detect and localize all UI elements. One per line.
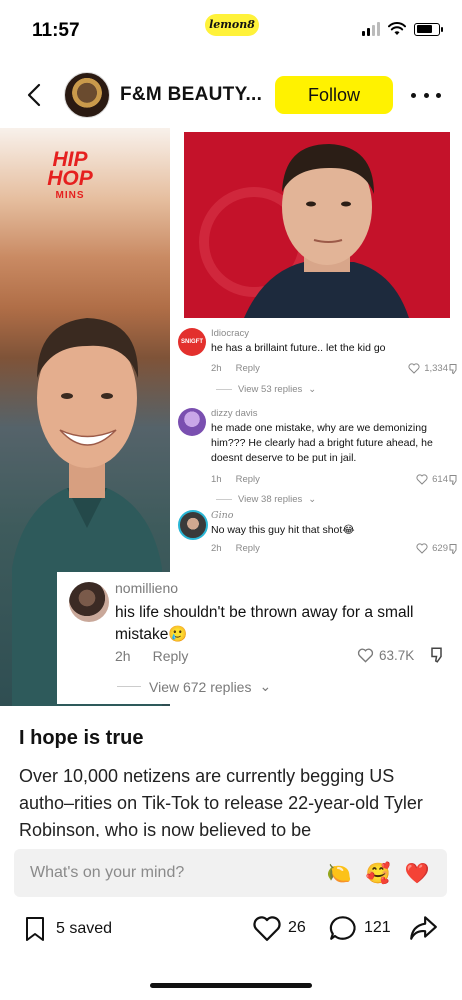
heart-icon — [253, 916, 281, 941]
dislike-icon — [449, 475, 457, 486]
comment-item: Gino No way this guy hit that shot😂 2h Re… — [178, 510, 458, 560]
dislike-icon — [431, 647, 442, 663]
signal-icon — [362, 22, 380, 36]
save-button[interactable]: 5 saved — [24, 916, 112, 942]
status-bar: 11:57 lemon8 — [0, 0, 462, 60]
comment-likes: 629 — [416, 543, 448, 554]
comment-text: he has a brillaint future.. let the kid … — [211, 342, 386, 354]
commenter-avatar — [178, 510, 208, 540]
share-arrow-icon — [410, 916, 437, 940]
view-replies-link: View 38 replies ⌄ — [216, 494, 316, 505]
post-title: I hope is true — [19, 727, 144, 749]
saved-count: 5 saved — [56, 920, 113, 937]
commenter-name: dizzy davis — [211, 408, 258, 419]
screenshot-comments: SNIGFT Idiocracy he has a brillaint futu… — [170, 320, 462, 570]
comment-likes: 1,334 — [408, 363, 448, 374]
man-portrait-photo — [199, 144, 409, 318]
comment-placeholder: What's on your mind? — [30, 864, 185, 881]
commenter-avatar — [69, 582, 109, 622]
like-button[interactable]: 26 — [252, 914, 306, 942]
comment-meta: 2h Reply — [211, 543, 260, 554]
dislike-icon — [449, 544, 457, 555]
comment-bubble-icon — [329, 916, 356, 940]
commenter-avatar — [178, 408, 206, 436]
featured-comment: nomillieno his life shouldn't be thrown … — [57, 572, 461, 704]
heart-icon — [416, 543, 428, 554]
battery-icon — [414, 22, 443, 36]
heart-icon — [357, 648, 374, 663]
author-avatar[interactable] — [64, 72, 110, 118]
view-replies-link: View 53 replies ⌄ — [216, 384, 316, 395]
status-time: 11:57 — [32, 20, 80, 41]
comment-meta: 1h Reply — [211, 474, 260, 485]
home-indicator[interactable] — [150, 983, 312, 988]
comment-meta: 2h Reply — [115, 648, 189, 664]
commenter-name: Idiocracy — [211, 328, 250, 339]
commenter-avatar: SNIGFT — [178, 328, 206, 356]
more-options-button[interactable] — [411, 84, 441, 106]
like-count: 26 — [288, 919, 306, 936]
back-button[interactable] — [20, 80, 48, 110]
dislike-icon — [449, 364, 457, 375]
comment-likes: 614 — [416, 474, 448, 485]
commenter-name: nomillieno — [115, 580, 179, 596]
wifi-icon — [388, 22, 406, 35]
author-name[interactable]: F&M BEAUTY... — [120, 84, 262, 106]
view-replies-link: View 672 replies ⌄ — [117, 678, 271, 695]
comment-input[interactable]: What's on your mind? 🍋 🥰 ❤️ — [14, 849, 447, 897]
comment-text: he made one mistake, why are we demonizi… — [211, 422, 433, 464]
share-button[interactable] — [408, 914, 438, 947]
commenter-name: Gino — [211, 510, 234, 521]
post-body[interactable]: Over 10,000 netizens are currently beggi… — [19, 763, 439, 837]
comment-item: dizzy davis he made one mistake, why are… — [178, 408, 458, 508]
post-header: F&M BEAUTY... Follow — [0, 66, 462, 124]
lemon-emoji-button[interactable]: 🍋 — [326, 860, 352, 886]
status-icons — [362, 22, 443, 36]
right-photo — [184, 132, 450, 318]
smiling-hearts-emoji-button[interactable]: 🥰 — [365, 860, 391, 886]
bookmark-icon — [26, 917, 44, 941]
heart-icon — [408, 363, 420, 374]
post-actions: 5 saved 26 121 — [0, 910, 462, 950]
comment-text: his life shouldn't be thrown away for a … — [115, 604, 414, 643]
lemon8-logo: lemon8 — [205, 14, 259, 36]
post-image[interactable]: HIP HOP MINS SNIGFT Idiocracy he has a b… — [0, 128, 462, 708]
comment-text: No way this guy hit that shot😂 — [211, 524, 355, 536]
comment-count: 121 — [364, 919, 391, 936]
comment-likes: 63.7K — [357, 648, 414, 663]
red-heart-emoji-button[interactable]: ❤️ — [404, 860, 430, 886]
comment-meta: 2h Reply — [211, 363, 260, 374]
chevron-left-icon — [27, 83, 41, 107]
follow-button[interactable]: Follow — [275, 76, 393, 114]
heart-icon — [416, 474, 428, 485]
comment-item: SNIGFT Idiocracy he has a brillaint futu… — [178, 328, 458, 400]
hiphop-mins-logo: HIP HOP MINS — [47, 148, 93, 201]
comment-button[interactable]: 121 — [328, 914, 391, 942]
